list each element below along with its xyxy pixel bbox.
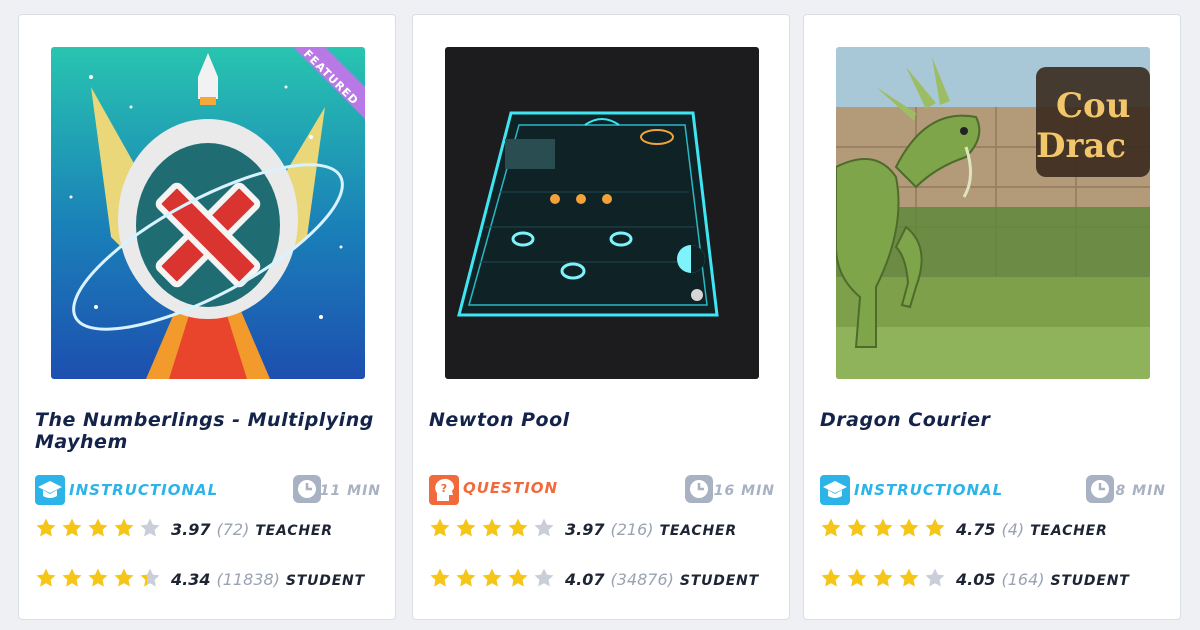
duration-label: 8 MIN — [1115, 483, 1166, 499]
student-rating: 4.07 (34876) STUDENT — [429, 567, 779, 593]
star-filled-icon — [114, 568, 134, 587]
rating-count: (4) — [1001, 520, 1025, 539]
star-empty-icon — [534, 568, 554, 587]
svg-text:Cou: Cou — [1056, 86, 1130, 126]
student-rating: 4.34 (11838) STUDENT — [35, 567, 385, 593]
newton-pool-artwork — [445, 47, 759, 379]
rating-count: (216) — [610, 520, 654, 539]
rating-average: 4.34 — [171, 570, 211, 589]
rating-audience: TEACHER — [1030, 523, 1108, 539]
rating-average: 3.97 — [565, 520, 605, 539]
rating-audience: STUDENT — [285, 573, 365, 589]
star-filled-icon — [482, 518, 502, 537]
duration-label: 16 MIN — [713, 483, 775, 499]
star-empty-icon — [140, 518, 160, 537]
star-filled-icon — [430, 568, 450, 587]
star-filled-icon — [508, 568, 528, 587]
svg-text:?: ? — [441, 482, 447, 495]
rating-audience: TEACHER — [255, 523, 333, 539]
clock-icon — [293, 475, 321, 503]
duration: 11 MIN — [285, 475, 381, 505]
game-meta-row: INSTRUCTIONAL 8 MIN — [820, 473, 1166, 505]
game-card-newton-pool[interactable]: Newton Pool ? QUESTION 16 MIN 3.97 (216) T… — [412, 14, 790, 620]
game-title[interactable]: The Numberlings - Multiplying Mayhem — [35, 409, 375, 453]
rating-average: 4.07 — [565, 570, 605, 589]
rating-audience: TEACHER — [659, 523, 737, 539]
star-rating — [429, 517, 559, 541]
duration-label: 11 MIN — [319, 483, 381, 499]
game-type-label: INSTRUCTIONAL — [854, 481, 1004, 499]
star-rating — [429, 567, 559, 591]
star-filled-icon — [456, 518, 476, 537]
star-filled-icon — [873, 568, 893, 587]
game-card-dragon-courier[interactable]: Cou Drac Dragon Courier INSTRUCTIONAL 8 … — [803, 14, 1181, 620]
svg-text:Drac: Drac — [1036, 126, 1126, 166]
question-head-icon: ? — [429, 475, 459, 505]
teacher-rating: 4.75 (4) TEACHER — [820, 517, 1170, 543]
star-rating — [35, 517, 165, 541]
rating-count: (164) — [1001, 570, 1045, 589]
star-filled-icon — [430, 518, 450, 537]
rating-average: 4.05 — [956, 570, 996, 589]
game-card-numberlings[interactable]: FEATURED The Numberlings - Multiplying M… — [18, 14, 396, 620]
student-rating: 4.05 (164) STUDENT — [820, 567, 1170, 593]
rating-average: 4.75 — [956, 520, 996, 539]
star-rating — [820, 517, 950, 541]
game-meta-row: INSTRUCTIONAL 11 MIN — [35, 473, 381, 505]
dragon-courier-artwork: Cou Drac — [836, 47, 1150, 379]
rating-count: (11838) — [216, 570, 280, 589]
star-rating — [35, 567, 165, 591]
rating-average: 3.97 — [171, 520, 211, 539]
star-filled-icon — [821, 568, 841, 587]
star-filled-icon — [36, 568, 56, 587]
star-filled-icon — [88, 518, 108, 537]
star-filled-icon — [925, 518, 945, 537]
game-title[interactable]: Newton Pool — [429, 409, 769, 431]
star-filled-icon — [847, 518, 867, 537]
star-filled-icon — [899, 518, 919, 537]
graduation-cap-icon — [35, 475, 65, 505]
game-thumbnail-numberlings[interactable]: FEATURED — [51, 47, 365, 379]
star-filled-icon — [62, 568, 82, 587]
star-filled-icon — [456, 568, 476, 587]
rating-count: (72) — [216, 520, 250, 539]
duration: 8 MIN — [1082, 475, 1166, 505]
star-filled-icon — [62, 518, 82, 537]
numberlings-artwork — [51, 47, 365, 379]
duration: 16 MIN — [679, 475, 775, 505]
clock-icon — [685, 475, 713, 503]
star-filled-icon — [847, 568, 867, 587]
star-filled-icon — [36, 518, 56, 537]
game-meta-row: ? QUESTION 16 MIN — [429, 473, 775, 505]
graduation-cap-icon — [820, 475, 850, 505]
game-title[interactable]: Dragon Courier — [820, 409, 1160, 431]
game-type-label: INSTRUCTIONAL — [69, 481, 219, 499]
star-filled-icon — [899, 568, 919, 587]
star-filled-icon — [482, 568, 502, 587]
star-half-icon — [140, 568, 160, 587]
rating-audience: STUDENT — [679, 573, 759, 589]
game-thumbnail-newton-pool[interactable] — [445, 47, 759, 379]
star-filled-icon — [873, 518, 893, 537]
teacher-rating: 3.97 (216) TEACHER — [429, 517, 779, 543]
clock-icon — [1086, 475, 1114, 503]
star-empty-icon — [925, 568, 945, 587]
star-filled-icon — [508, 518, 528, 537]
star-filled-icon — [114, 518, 134, 537]
star-rating — [820, 567, 950, 591]
rating-count: (34876) — [610, 570, 674, 589]
star-filled-icon — [821, 518, 841, 537]
teacher-rating: 3.97 (72) TEACHER — [35, 517, 385, 543]
star-filled-icon — [88, 568, 108, 587]
star-empty-icon — [534, 518, 554, 537]
game-type-label: QUESTION — [463, 479, 559, 497]
game-thumbnail-dragon-courier[interactable]: Cou Drac — [836, 47, 1150, 379]
rating-audience: STUDENT — [1050, 573, 1130, 589]
